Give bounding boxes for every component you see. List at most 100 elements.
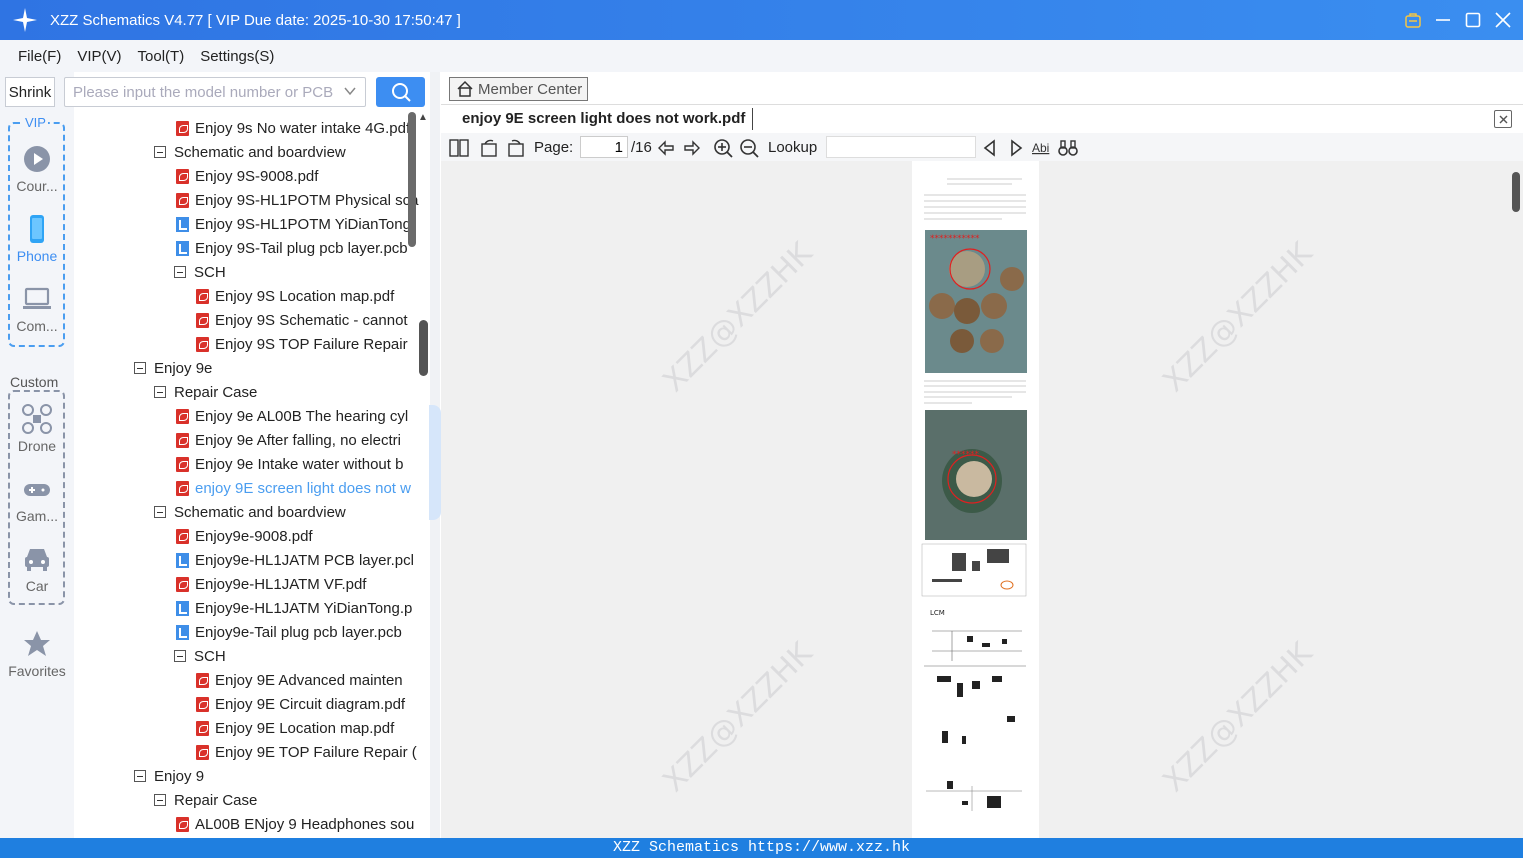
nav-game[interactable]: Gam...	[5, 474, 69, 524]
tree-item-label: Enjoy 9E Location map.pdf	[215, 719, 395, 737]
tree-item-label: Enjoy 9S-HL1POTM Physical sca	[195, 191, 419, 209]
find-previous-icon[interactable]	[980, 138, 1000, 158]
page-number-input[interactable]	[580, 136, 628, 158]
tree-item-label: Enjoy 9E Circuit diagram.pdf	[215, 695, 406, 713]
zoom-in-icon[interactable]	[713, 138, 733, 158]
tree-file[interactable]: Enjoy 9S TOP Failure Repair	[196, 332, 408, 356]
tree-folder[interactable]: Schematic and boardview	[154, 140, 346, 164]
pdf-file-icon	[176, 456, 189, 472]
member-center-label: Member Center	[478, 80, 583, 98]
match-case-icon[interactable]: Abi	[1032, 138, 1052, 158]
collapse-icon[interactable]	[174, 650, 186, 662]
tree-item-label: AL00B ENjoy 9 Headphones sou	[195, 815, 415, 833]
menu-file[interactable]: File(F)	[18, 48, 61, 65]
lookup-label: Lookup	[768, 139, 818, 156]
member-center-button[interactable]: Member Center	[449, 77, 588, 101]
tree-file[interactable]: Enjoy 9S-9008.pdf	[176, 164, 318, 188]
file-tree: Enjoy 9s No water intake 4G.pdf Schematic…	[74, 108, 430, 838]
search-input[interactable]	[65, 78, 335, 106]
tree-file[interactable]: Enjoy 9E Location map.pdf	[196, 716, 394, 740]
tree-file[interactable]: Enjoy 9S-Tail plug pcb layer.pcb	[176, 236, 408, 260]
tree-folder[interactable]: Repair Case	[154, 788, 257, 812]
close-button[interactable]	[1495, 12, 1511, 28]
tree-item-label: Enjoy 9S-Tail plug pcb layer.pcb	[195, 239, 408, 257]
shrink-button[interactable]: Shrink	[5, 77, 55, 107]
nav-phone[interactable]: Phone	[5, 214, 69, 264]
find-next-icon[interactable]	[1006, 138, 1026, 158]
viewer-scrollbar[interactable]	[1512, 172, 1520, 212]
close-tab-button[interactable]	[1494, 110, 1512, 128]
tree-file[interactable]: Enjoy 9e After falling, no electri	[176, 428, 401, 452]
vip-bag-icon[interactable]	[1405, 12, 1421, 28]
tree-item-label: Enjoy 9S-HL1POTM YiDianTong	[195, 215, 411, 233]
two-page-view-icon[interactable]	[449, 138, 469, 158]
pdf-file-icon	[176, 576, 189, 592]
pdf-file-icon	[176, 528, 189, 544]
pdf-file-icon	[176, 192, 189, 208]
rotate-right-icon[interactable]	[506, 138, 526, 158]
collapse-icon[interactable]	[154, 146, 166, 158]
svg-text:******: ******	[952, 450, 980, 460]
rotate-left-icon[interactable]	[479, 138, 499, 158]
nav-computer[interactable]: Com...	[5, 284, 69, 334]
tree-file[interactable]: Enjoy 9e AL00B The hearing cyl	[176, 404, 408, 428]
tree-folder[interactable]: Enjoy 9	[134, 764, 204, 788]
tree-folder[interactable]: SCH	[174, 260, 226, 284]
tree-folder[interactable]: SCH	[174, 644, 226, 668]
collapse-icon[interactable]	[154, 794, 166, 806]
binoculars-icon[interactable]	[1058, 138, 1078, 158]
tree-file[interactable]: Enjoy 9S Location map.pdf	[196, 284, 394, 308]
tree-item-label: Enjoy 9S TOP Failure Repair	[215, 335, 408, 353]
collapse-icon[interactable]	[174, 266, 186, 278]
tab-document[interactable]: enjoy 9E screen light does not work.pdf	[462, 110, 745, 127]
svg-text:LCM: LCM	[930, 609, 945, 617]
tree-file[interactable]: Enjoy 9e Intake water without b	[176, 452, 403, 476]
tree-file[interactable]: Enjoy 9E Advanced mainten	[196, 668, 403, 692]
tree-file[interactable]: Enjoy 9E TOP Failure Repair (	[196, 740, 417, 764]
menu-tool[interactable]: Tool(T)	[138, 48, 185, 65]
tree-folder[interactable]: Repair Case	[154, 380, 257, 404]
panel-scroll-thumb[interactable]	[419, 320, 428, 376]
tree-folder[interactable]: Schematic and boardview	[154, 500, 346, 524]
tree-file[interactable]: Enjoy 9S Schematic - cannot	[196, 308, 408, 332]
tree-file[interactable]: Enjoy 9S-HL1POTM Physical sca	[176, 188, 418, 212]
menu-settings[interactable]: Settings(S)	[200, 48, 274, 65]
tree-item-label: enjoy 9E screen light does not w	[195, 479, 411, 497]
tree-file[interactable]: Enjoy9e-HL1JATM VF.pdf	[176, 572, 366, 596]
tree-file[interactable]: Enjoy9e-HL1JATM PCB layer.pcl	[176, 548, 414, 572]
tree-file[interactable]: AL00B ENjoy 9 Headphones sou	[176, 812, 414, 836]
nav-car[interactable]: Car	[5, 544, 69, 594]
tree-scrollbar[interactable]	[408, 112, 416, 247]
nav-car-label: Car	[25, 578, 49, 594]
nav-drone[interactable]: Drone	[5, 404, 69, 454]
tree-file[interactable]: Enjoy 9S-HL1POTM YiDianTong	[176, 212, 411, 236]
next-page-icon[interactable]	[682, 138, 702, 158]
tree-file[interactable]: enjoy 9E screen light does not w	[176, 476, 411, 500]
tree-file[interactable]: Enjoy9e-Tail plug pcb layer.pcb	[176, 620, 402, 644]
lookup-input[interactable]	[826, 136, 976, 158]
pcb-file-icon	[176, 600, 189, 616]
tree-item-label: Repair Case	[174, 383, 258, 401]
tree-item-label: Enjoy 9	[154, 767, 205, 785]
minimize-button[interactable]	[1435, 12, 1451, 28]
scroll-up-arrow[interactable]: ▲	[418, 112, 428, 123]
collapse-icon[interactable]	[134, 770, 146, 782]
collapse-icon[interactable]	[154, 386, 166, 398]
collapse-icon[interactable]	[134, 362, 146, 374]
nav-favorites[interactable]: Favorites	[5, 629, 69, 679]
collapse-icon[interactable]	[154, 506, 166, 518]
tree-file[interactable]: Enjoy9e-9008.pdf	[176, 524, 313, 548]
search-button[interactable]	[376, 77, 425, 107]
previous-page-icon[interactable]	[656, 138, 676, 158]
maximize-button[interactable]	[1465, 12, 1481, 28]
zoom-out-icon[interactable]	[739, 138, 759, 158]
star-icon	[24, 631, 50, 656]
tree-folder[interactable]: Enjoy 9e	[134, 356, 212, 380]
chevron-down-icon[interactable]	[343, 84, 357, 98]
tree-file[interactable]: Enjoy 9E Circuit diagram.pdf	[196, 692, 405, 716]
tree-file[interactable]: Enjoy9e-HL1JATM YiDianTong.p	[176, 596, 412, 620]
nav-course[interactable]: Cour...	[5, 144, 69, 194]
menu-vip[interactable]: VIP(V)	[77, 48, 121, 65]
collapse-panel-tab[interactable]	[429, 405, 441, 520]
tree-file[interactable]: Enjoy 9s No water intake 4G.pdf	[176, 116, 410, 140]
